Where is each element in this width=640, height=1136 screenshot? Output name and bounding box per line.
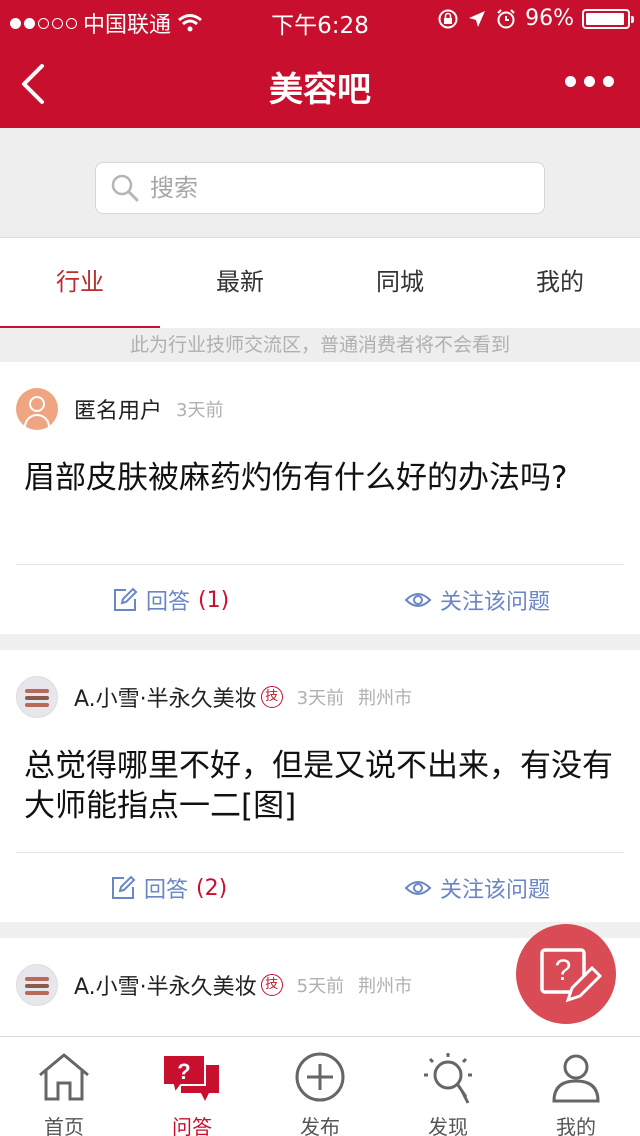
follow-label: 关注该问题 — [440, 878, 551, 903]
tabbar-publish[interactable]: 发布 — [256, 1037, 384, 1136]
tabbar-home[interactable]: 首页 — [0, 1037, 128, 1136]
ask-question-button[interactable]: ? — [516, 924, 616, 1024]
bottom-tab-bar: 首页 ? 问答 发布 发现 我的 — [0, 1036, 640, 1136]
tab-mine[interactable]: 我的 — [480, 238, 640, 328]
answer-button[interactable]: 回答 (1) — [112, 584, 229, 616]
eye-icon — [404, 593, 432, 607]
svg-text:?: ? — [555, 954, 572, 987]
avatar[interactable] — [16, 388, 58, 430]
technician-badge: 技 — [260, 974, 283, 996]
tabbar-label: 发布 — [300, 1115, 340, 1136]
status-bar: 中国联通 下午6:28 96% — [0, 0, 640, 40]
answer-label: 回答 — [146, 590, 191, 615]
search-area — [0, 128, 640, 238]
follow-label: 关注该问题 — [440, 590, 551, 615]
battery-percent: 96% — [525, 6, 574, 31]
answer-count: (1) — [198, 587, 230, 613]
post-card[interactable]: 匿名用户 3天前 眉部皮肤被麻药灼伤有什么好的办法吗? 回答 (1) 关注该问题 — [0, 362, 640, 634]
notice-text: 此为行业技师交流区，普通消费者将不会看到 — [0, 328, 640, 362]
tabbar-qa[interactable]: ? 问答 — [128, 1037, 256, 1136]
question-text[interactable]: 总觉得哪里不好，但是又说不出来，有没有大师能指点一二[图] — [24, 746, 614, 826]
search-input[interactable] — [150, 174, 510, 202]
author-name[interactable]: A.小雪·半永久美妆 — [74, 681, 257, 713]
answer-label: 回答 — [144, 878, 189, 903]
post-time: 5天前 — [296, 976, 345, 997]
tabbar-mine[interactable]: 我的 — [512, 1037, 640, 1136]
follow-question-button[interactable]: 关注该问题 — [404, 584, 550, 616]
alarm-icon — [497, 8, 515, 28]
post-card[interactable]: A.小雪·半永久美妆 技 3天前 荆州市 总觉得哪里不好，但是又说不出来，有没有… — [0, 650, 640, 922]
battery-icon — [582, 8, 634, 29]
nav-bar: 美容吧 — [0, 40, 640, 128]
post-time: 3天前 — [296, 688, 345, 709]
page-title: 美容吧 — [269, 70, 371, 110]
tabbar-discover[interactable]: 发现 — [384, 1037, 512, 1136]
follow-question-button[interactable]: 关注该问题 — [404, 872, 550, 904]
tabbar-label: 我的 — [556, 1115, 596, 1136]
category-tabs: 行业 最新 同城 我的 — [0, 238, 640, 328]
add-circle-icon — [295, 1052, 345, 1102]
rotation-lock-icon — [438, 9, 458, 28]
edit-icon — [114, 587, 138, 611]
avatar[interactable] — [16, 676, 58, 718]
post-location: 荆州市 — [358, 688, 413, 709]
answer-button[interactable]: 回答 (2) — [110, 872, 227, 904]
tabbar-label: 问答 — [172, 1115, 212, 1136]
post-location: 荆州市 — [358, 976, 413, 997]
avatar[interactable] — [16, 964, 58, 1006]
tab-industry[interactable]: 行业 — [0, 238, 160, 328]
tab-same-city[interactable]: 同城 — [320, 238, 480, 328]
divider — [16, 852, 624, 853]
eye-icon — [404, 881, 432, 895]
edit-icon — [112, 875, 136, 899]
divider — [16, 564, 624, 565]
user-icon — [552, 1054, 600, 1103]
qa-icon: ? — [162, 1054, 219, 1101]
question-text[interactable]: 眉部皮肤被麻药灼伤有什么好的办法吗? — [24, 458, 614, 498]
tabbar-label: 发现 — [428, 1115, 468, 1136]
more-icon[interactable] — [565, 76, 614, 87]
home-icon — [39, 1053, 89, 1101]
location-arrow-icon — [469, 10, 486, 27]
svg-text:?: ? — [177, 1059, 190, 1084]
answer-count: (2) — [196, 875, 228, 901]
author-name[interactable]: 匿名用户 — [74, 393, 162, 425]
tabbar-label: 首页 — [44, 1115, 84, 1136]
search-box[interactable] — [95, 162, 545, 214]
post-time: 3天前 — [176, 400, 224, 421]
tab-latest[interactable]: 最新 — [160, 238, 320, 328]
ask-question-icon: ? — [540, 948, 603, 1003]
search-icon — [111, 174, 139, 202]
lightbulb-icon — [424, 1053, 472, 1104]
author-name[interactable]: A.小雪·半永久美妆 — [74, 969, 257, 1001]
technician-badge: 技 — [260, 686, 283, 708]
